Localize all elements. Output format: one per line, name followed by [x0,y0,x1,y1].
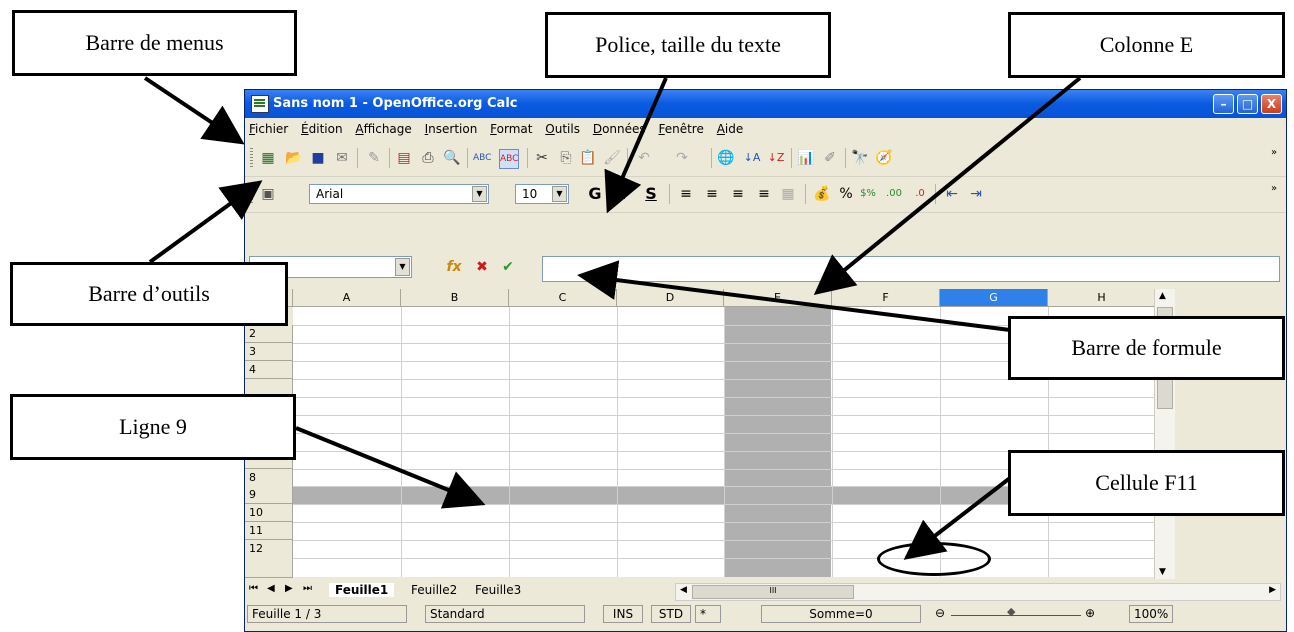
arrow-colonne [813,76,1082,296]
callout-cellule-f11: Cellule F11 [1008,450,1285,516]
callout-barre-de-formule: Barre de formule [1008,316,1285,380]
arrow-menus [143,76,245,145]
arrow-police [604,77,668,214]
callout-barre-de-menus: Barre de menus [12,10,297,76]
callout-barre-outils: Barre d’outils [10,262,288,326]
arrow-outils [148,180,263,264]
arrow-cellule [903,476,1012,560]
callout-ligne-9: Ligne 9 [10,394,296,460]
callout-colonne-e: Colonne E [1008,12,1285,78]
arrow-formule [577,260,1011,332]
arrow-ligne [295,426,486,509]
callout-police: Police, taille du texte [545,12,831,78]
